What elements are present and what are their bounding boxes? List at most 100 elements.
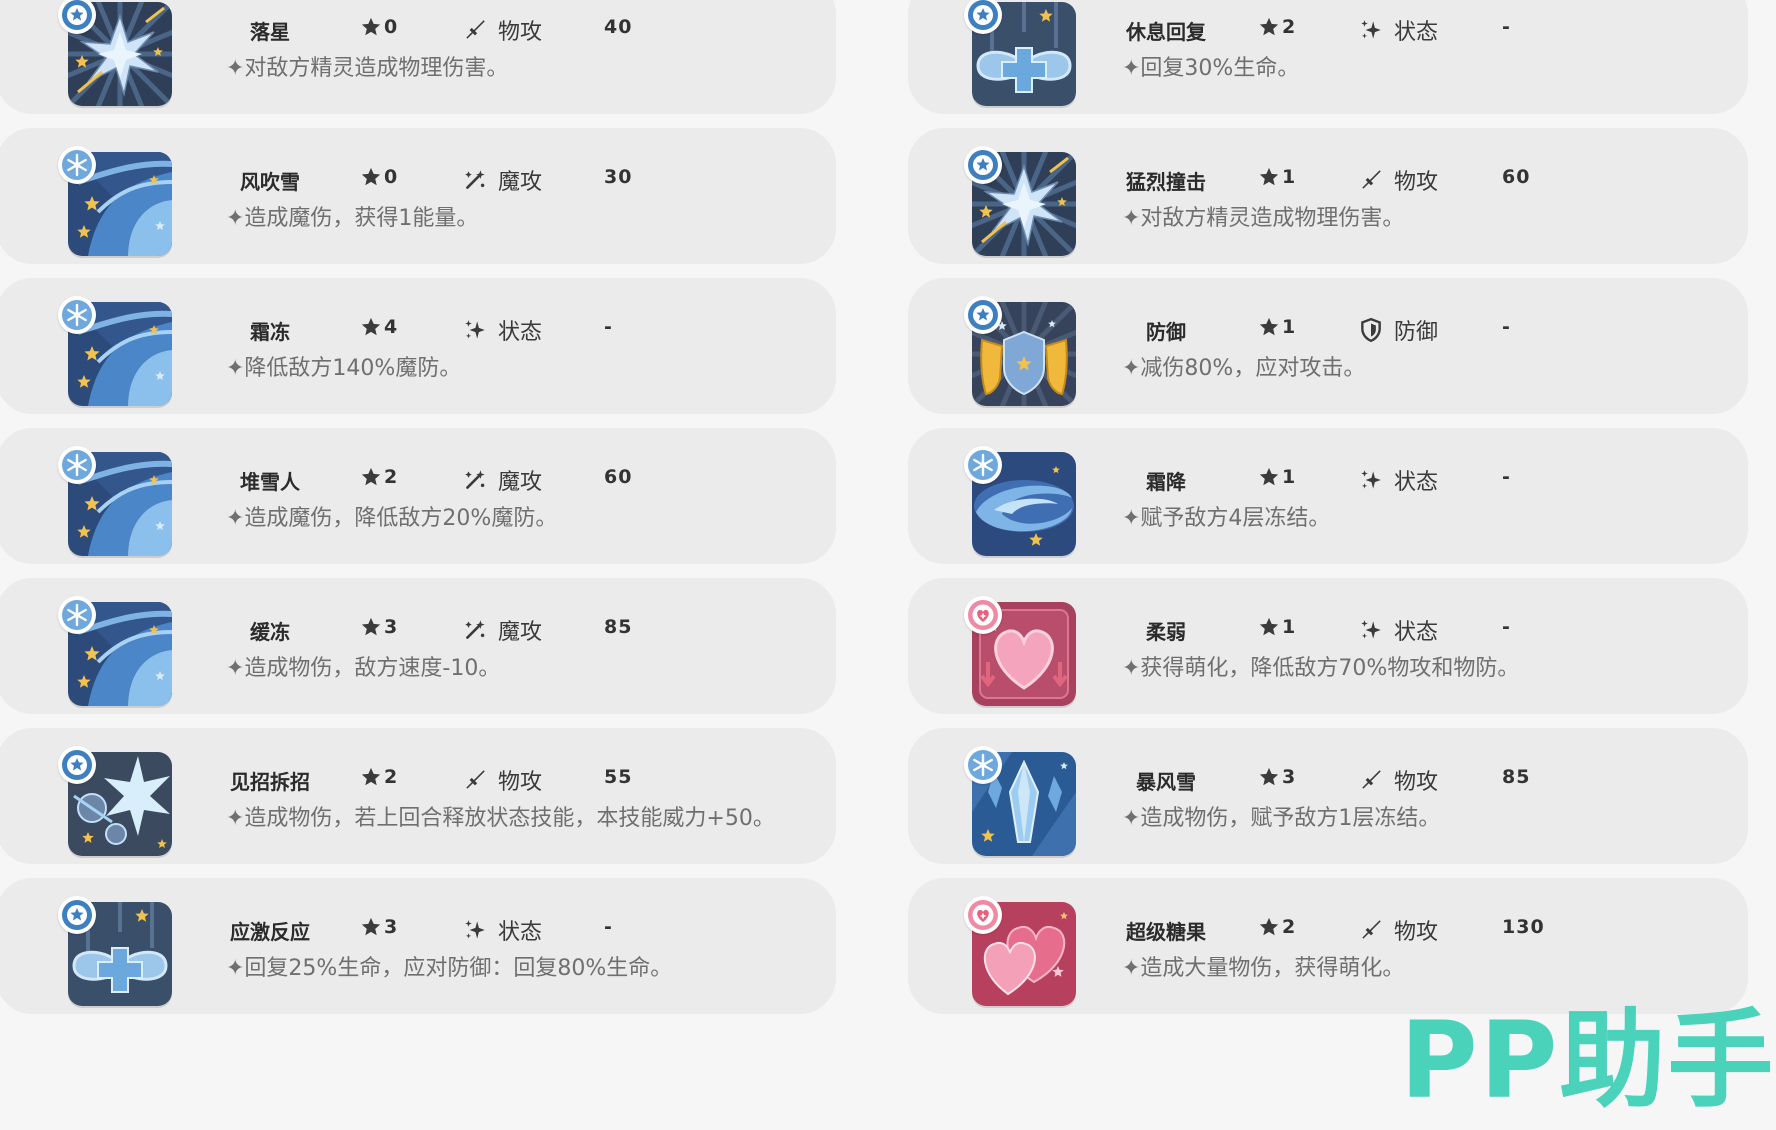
skill-category-label: 状态 [1394,470,1439,495]
skill-card[interactable]: 休息回复 2 状态 - ✦回复30%生命。 [908,0,1748,114]
snowflake-badge-icon [58,446,96,484]
skill-card[interactable]: 应激反应 3 状态 - ✦回复25%生命，应对防御：回复80%生命。 [0,878,836,1014]
skill-category: 魔攻 [462,464,542,496]
skill-category: 物攻 [462,14,542,46]
skill-power: 30 [604,166,633,188]
skill-card[interactable]: 霜冻 4 状态 - ✦降低敌方140%魔防。 [0,278,836,414]
magic-icon [462,467,488,493]
energy-cost: 0 [360,16,397,38]
skill-power: 40 [604,16,633,38]
energy-cost-value: 2 [384,766,398,788]
skill-name: 暴风雪 [1136,770,1196,794]
skill-power: 85 [1502,766,1531,788]
energy-cost: 0 [360,166,397,188]
skill-category-label: 魔攻 [498,170,543,195]
star-icon [1258,16,1280,38]
skill-name: 应激反应 [230,920,310,944]
energy-cost: 3 [360,916,397,938]
skill-card[interactable]: 防御 1 防御 - ✦减伤80%，应对攻击。 [908,278,1748,414]
skill-power: - [1502,616,1511,638]
skill-card[interactable]: 缓冻 3 魔攻 85 ✦造成物伤，敌方速度-10。 [0,578,836,714]
skill-power: 60 [604,466,633,488]
skill-description: ✦造成魔伤，获得1能量。 [226,206,479,231]
sword-icon [1358,767,1384,793]
skill-description: ✦获得萌化，降低敌方70%物攻和物防。 [1122,656,1520,681]
skill-card[interactable]: 暴风雪 3 物攻 85 ✦造成物伤，赋予敌方1层冻结。 [908,728,1748,864]
energy-cost: 2 [360,766,397,788]
energy-cost: 4 [360,316,397,338]
skill-name: 见招拆招 [230,770,310,794]
shield-icon [1358,317,1384,343]
star-icon [360,466,382,488]
heart-badge-icon [964,896,1002,934]
skill-category-label: 状态 [498,320,543,345]
skill-description: ✦对敌方精灵造成物理伤害。 [226,56,509,81]
skill-description: ✦对敌方精灵造成物理伤害。 [1122,206,1405,231]
sword-icon [1358,917,1384,943]
energy-cost: 1 [1258,616,1295,638]
snowflake-badge-icon [58,296,96,334]
energy-cost: 2 [360,466,397,488]
skill-card[interactable]: 猛烈撞击 1 物攻 60 ✦对敌方精灵造成物理伤害。 [908,128,1748,264]
sword-icon [1358,167,1384,193]
heart-badge-icon [964,596,1002,634]
skill-category: 状态 [462,914,542,946]
energy-cost-value: 2 [384,466,398,488]
sword-icon [462,767,488,793]
skill-description: ✦回复25%生命，应对防御：回复80%生命。 [226,956,673,981]
skill-category-label: 物攻 [1394,170,1439,195]
skill-category-label: 物攻 [498,770,543,795]
skill-power: - [1502,316,1511,338]
skill-name: 堆雪人 [240,470,300,494]
sword-icon [462,17,488,43]
watermark-logo: PP助手 [1400,999,1776,1122]
energy-cost-value: 1 [1282,616,1296,638]
skill-category-label: 物攻 [1394,770,1439,795]
star-badge-icon [58,0,96,34]
skill-description: ✦回复30%生命。 [1122,56,1300,81]
star-icon [1258,616,1280,638]
energy-cost: 2 [1258,916,1295,938]
energy-cost-value: 3 [384,616,398,638]
star-icon [360,616,382,638]
magic-icon [462,617,488,643]
skill-description: ✦造成大量物伤，获得萌化。 [1122,956,1405,981]
skill-power: 55 [604,766,633,788]
energy-cost-value: 1 [1282,166,1296,188]
star-icon [360,316,382,338]
star-badge-icon [964,0,1002,34]
snowflake-badge-icon [58,146,96,184]
skill-category: 状态 [462,314,542,346]
skill-card[interactable]: 柔弱 1 状态 - ✦获得萌化，降低敌方70%物攻和物防。 [908,578,1748,714]
skill-description: ✦造成物伤，若上回合释放状态技能，本技能威力+50。 [226,806,775,831]
skill-card[interactable]: 落星 0 物攻 40 ✦对敌方精灵造成物理伤害。 [0,0,836,114]
skill-category-label: 状态 [498,920,543,945]
snowflake-badge-icon [58,596,96,634]
skill-description: ✦造成物伤，敌方速度-10。 [226,656,501,681]
energy-cost: 1 [1258,466,1295,488]
energy-cost-value: 1 [1282,316,1296,338]
sparkle-icon [1358,467,1384,493]
skill-description: ✦降低敌方140%魔防。 [226,356,462,381]
star-icon [1258,466,1280,488]
skill-card[interactable]: 霜降 1 状态 - ✦赋予敌方4层冻结。 [908,428,1748,564]
star-badge-icon [58,746,96,784]
skill-name: 落星 [250,20,290,44]
skill-card[interactable]: 见招拆招 2 物攻 55 ✦造成物伤，若上回合释放状态技能，本技能威力+50。 [0,728,836,864]
energy-cost: 1 [1258,166,1295,188]
skill-category: 物攻 [1358,914,1438,946]
energy-cost-value: 0 [384,166,398,188]
skill-name: 猛烈撞击 [1126,170,1206,194]
skill-card[interactable]: 风吹雪 0 魔攻 30 ✦造成魔伤，获得1能量。 [0,128,836,264]
star-icon [360,916,382,938]
snowflake-badge-icon [964,446,1002,484]
skill-category-label: 防御 [1394,320,1439,345]
sparkle-icon [1358,17,1384,43]
skill-card[interactable]: 超级糖果 2 物攻 130 ✦造成大量物伤，获得萌化。 [908,878,1748,1014]
magic-icon [462,167,488,193]
energy-cost-value: 1 [1282,466,1296,488]
skill-category: 状态 [1358,464,1438,496]
energy-cost-value: 0 [384,16,398,38]
skill-card[interactable]: 堆雪人 2 魔攻 60 ✦造成魔伤，降低敌方20%魔防。 [0,428,836,564]
star-icon [1258,766,1280,788]
